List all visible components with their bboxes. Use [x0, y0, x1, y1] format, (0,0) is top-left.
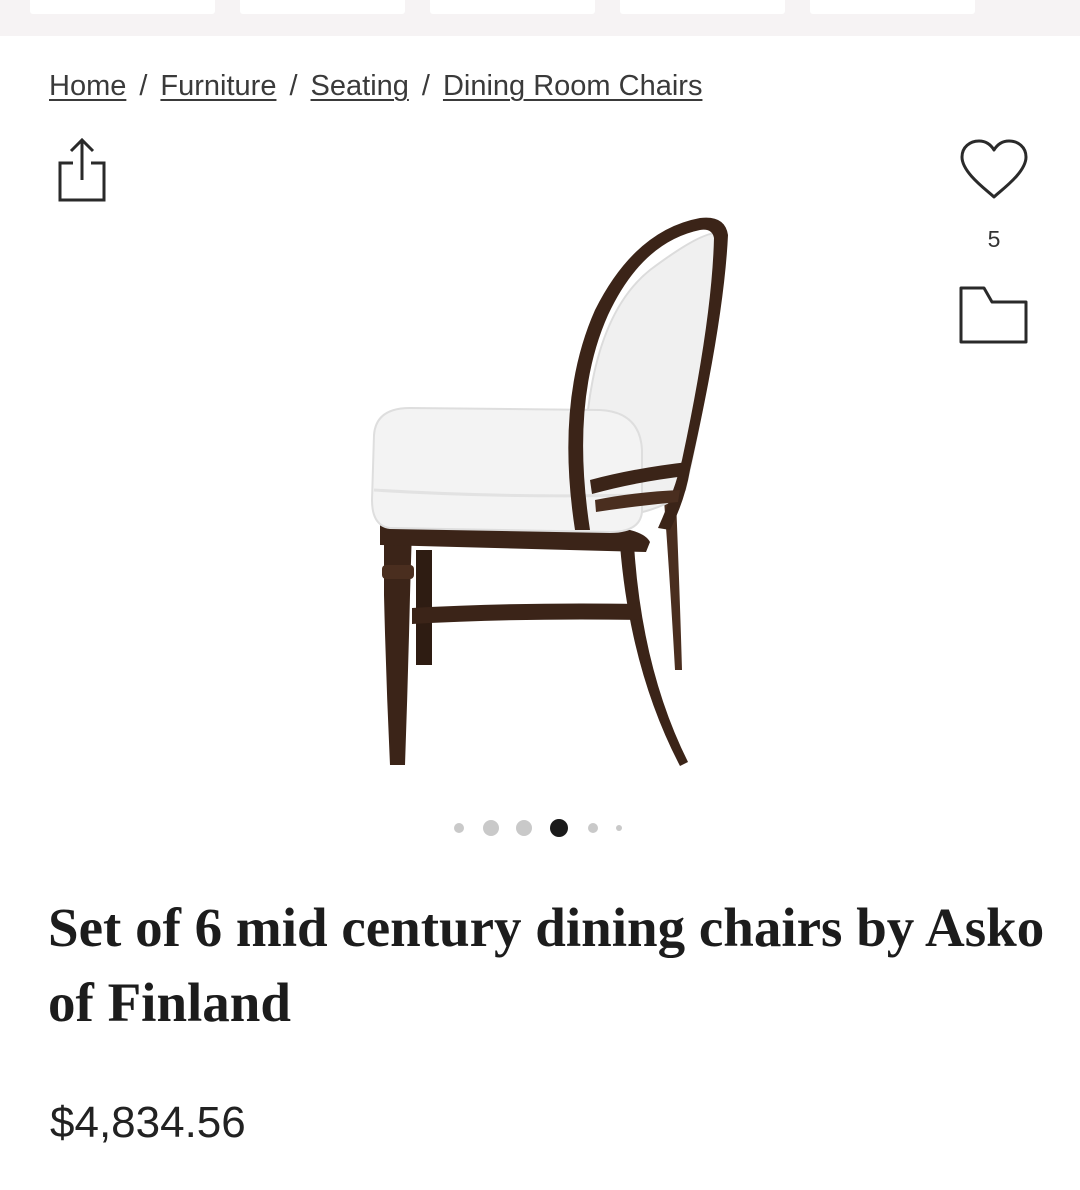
breadcrumb-furniture[interactable]: Furniture [160, 70, 276, 102]
carousel-dot[interactable] [588, 823, 598, 833]
carousel-dot[interactable] [616, 825, 622, 831]
favorite-button[interactable] [958, 137, 1030, 203]
product-price: $4,834.56 [50, 1098, 246, 1147]
share-button[interactable] [56, 134, 108, 206]
breadcrumb: Home / Furniture / Seating / Dining Room Chair… [49, 70, 702, 103]
product-image[interactable] [350, 200, 730, 780]
carousel-dot[interactable] [483, 820, 499, 836]
favorite-count: 5 [987, 226, 1001, 252]
dining-chair-image [370, 217, 728, 766]
breadcrumb-separator: / [421, 70, 430, 102]
carousel-dot-active[interactable] [550, 819, 568, 837]
image-carousel-dots [0, 816, 1080, 840]
breadcrumb-dining-room-chairs[interactable]: Dining Room Chairs [443, 70, 703, 102]
breadcrumb-separator: / [139, 70, 148, 102]
breadcrumb-separator: / [289, 70, 298, 102]
carousel-dot[interactable] [454, 823, 464, 833]
product-page: Home / Furniture / Seating / Dining Room Chair… [0, 0, 1080, 1190]
heart-icon [960, 139, 1028, 199]
folder-icon [959, 286, 1028, 344]
carousel-dot[interactable] [516, 820, 532, 836]
top-tab-strip [0, 0, 1080, 36]
breadcrumb-home[interactable]: Home [49, 70, 126, 102]
breadcrumb-seating[interactable]: Seating [311, 70, 409, 102]
product-title: Set of 6 mid century dining chairs by As… [48, 897, 1045, 1033]
share-icon [58, 137, 106, 202]
save-to-collection-button[interactable] [958, 284, 1030, 346]
